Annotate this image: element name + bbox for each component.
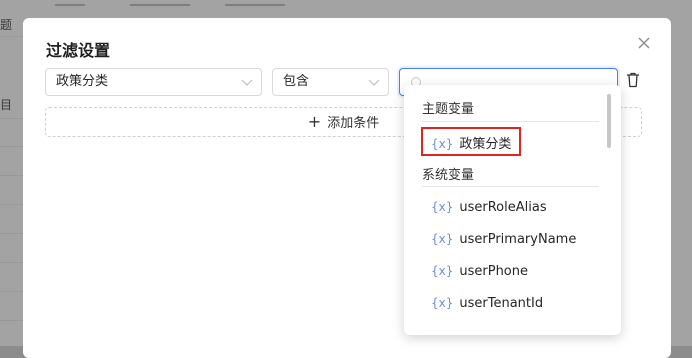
variable-icon: {x} xyxy=(431,137,454,151)
field-select[interactable]: 政策分类 xyxy=(45,68,262,96)
background-divider xyxy=(0,146,23,147)
option-user-role-alias[interactable]: {x} userRoleAlias xyxy=(431,200,547,215)
background-divider xyxy=(0,233,23,234)
option-policy-category[interactable]: {x} 政策分类 xyxy=(431,133,511,152)
option-label: 政策分类 xyxy=(459,137,512,152)
background-text-fragment xyxy=(55,4,85,6)
option-user-primary-name[interactable]: {x} userPrimaryName xyxy=(431,232,576,247)
variable-icon: {x} xyxy=(431,232,454,246)
variable-dropdown: 主题变量 {x} 政策分类 系统变量 {x} userRoleAlias {x} us… xyxy=(404,85,621,335)
background-divider xyxy=(0,291,23,292)
background-divider xyxy=(0,36,23,37)
group-title-system-variables: 系统变量 xyxy=(422,168,475,183)
dropdown-scrollbar[interactable] xyxy=(607,94,611,148)
option-label: userRoleAlias xyxy=(459,200,547,215)
chevron-down-icon xyxy=(241,79,253,86)
background-text-fragment xyxy=(225,4,285,6)
plus-icon: + xyxy=(307,112,322,131)
background-divider xyxy=(0,204,23,205)
option-user-tenant-id[interactable]: {x} userTenantId xyxy=(431,296,543,311)
modal-title: 过滤设置 xyxy=(46,41,111,60)
option-label: userPrimaryName xyxy=(459,232,577,247)
option-label: userTenantId xyxy=(459,296,544,311)
group-divider xyxy=(422,186,599,187)
background-divider xyxy=(0,320,23,321)
field-select-value: 政策分类 xyxy=(56,74,109,89)
variable-icon: {x} xyxy=(431,296,454,310)
chevron-down-icon xyxy=(368,79,380,86)
trash-icon[interactable] xyxy=(626,72,640,88)
background-divider xyxy=(0,175,23,176)
background-divider xyxy=(0,118,23,119)
background-divider xyxy=(0,262,23,263)
close-icon[interactable] xyxy=(635,34,653,52)
option-user-phone[interactable]: {x} userPhone xyxy=(431,264,528,279)
option-label: userPhone xyxy=(459,264,528,279)
group-divider xyxy=(422,121,599,122)
background-text: 题 xyxy=(0,18,13,32)
background-text-fragment xyxy=(130,4,190,6)
group-title-topic-variables: 主题变量 xyxy=(422,102,475,117)
operator-select-value: 包含 xyxy=(283,74,310,89)
variable-icon: {x} xyxy=(431,200,454,214)
operator-select[interactable]: 包含 xyxy=(272,68,389,96)
background-text: 目 xyxy=(0,98,13,112)
add-condition-label: 添加条件 xyxy=(327,116,380,131)
variable-icon: {x} xyxy=(431,264,454,278)
